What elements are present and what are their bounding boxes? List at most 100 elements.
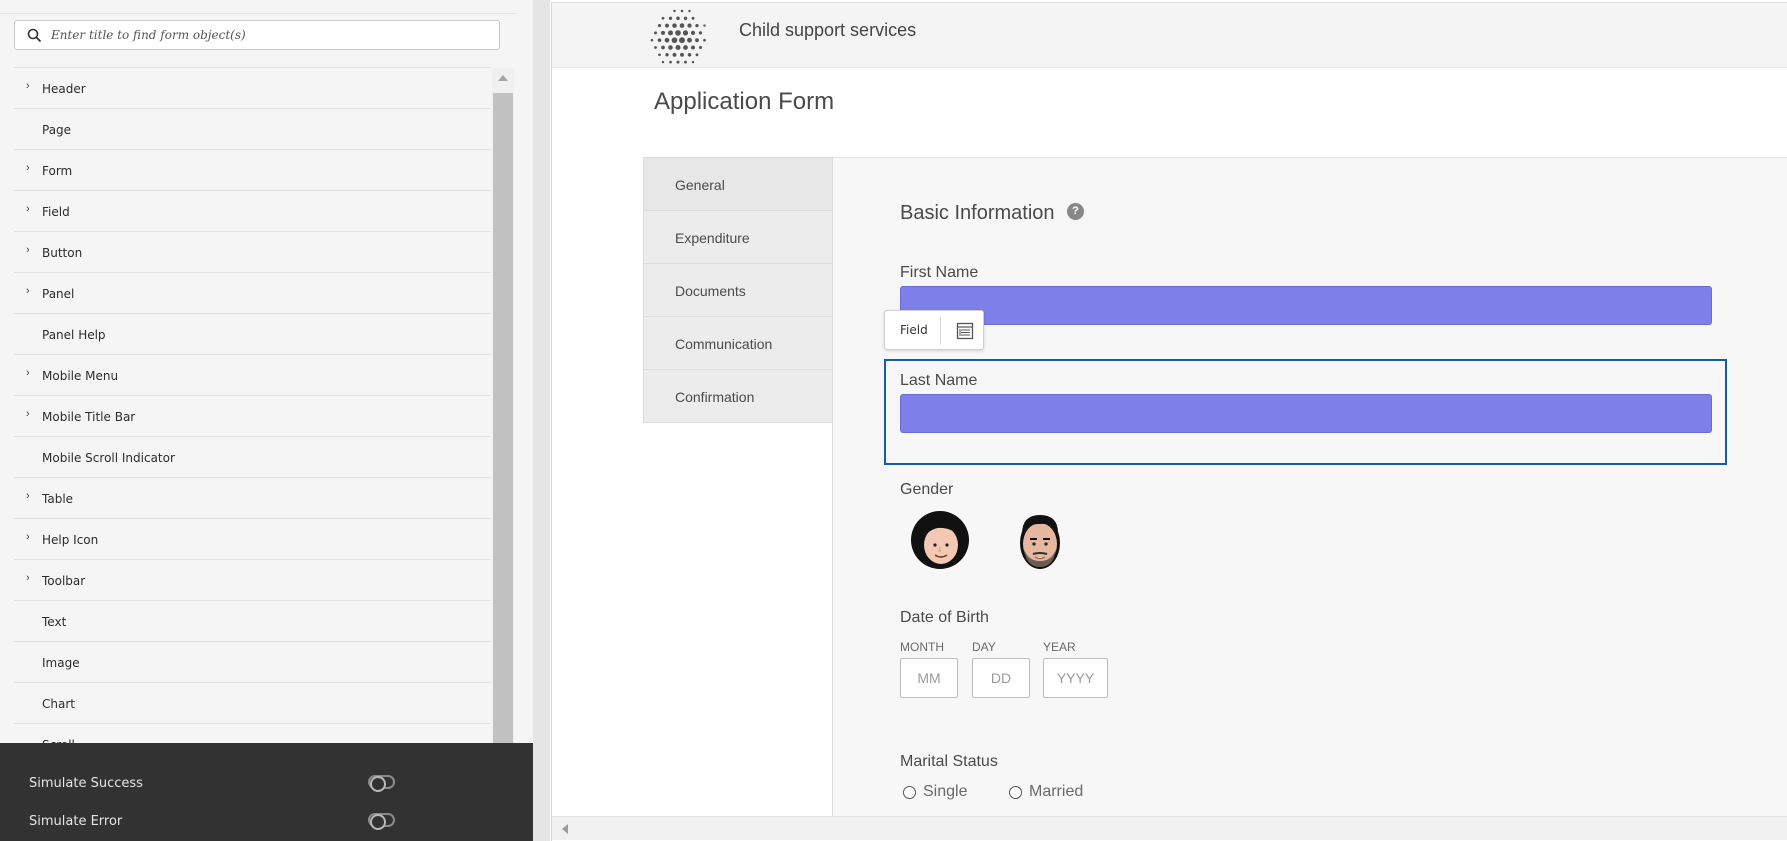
- chevron-right-icon[interactable]: ›: [26, 244, 30, 256]
- simulate-success-toggle[interactable]: [368, 775, 395, 792]
- dob-label: Date of Birth: [900, 609, 989, 626]
- section-title: Basic Information: [900, 202, 1055, 224]
- properties-icon[interactable]: [956, 322, 974, 340]
- form-content-panel: Basic Information ? First Name Last Name…: [833, 157, 1787, 817]
- tree-item-label: Image: [42, 656, 80, 670]
- tree-item-label: Panel Help: [42, 328, 106, 342]
- dob-year-input[interactable]: YYYY: [1043, 658, 1108, 698]
- tab-label: Documents: [675, 283, 746, 299]
- site-title: Child support services: [739, 20, 917, 40]
- tree-item-label: Table: [42, 492, 74, 506]
- tree-item-label: Panel: [42, 287, 75, 301]
- tree-item-label: Toolbar: [42, 574, 86, 588]
- tree-item-label: Form: [42, 164, 73, 178]
- dob-year-label: YEAR: [1043, 640, 1076, 654]
- dob-day-label: DAY: [972, 640, 996, 654]
- first-name-label: First Name: [900, 264, 979, 281]
- tree-item-label: Page: [42, 123, 72, 137]
- dob-month-input[interactable]: MM: [900, 658, 958, 698]
- tree-item[interactable]: › Panel: [14, 273, 491, 314]
- panel-gutter[interactable]: [533, 0, 550, 841]
- tree-item-label: Mobile Scroll Indicator: [42, 451, 175, 465]
- tree-item[interactable]: › Button: [14, 232, 491, 273]
- tree-item[interactable]: Chart: [14, 683, 491, 724]
- tree-item[interactable]: › Help Icon: [14, 519, 491, 560]
- tree-item[interactable]: › Mobile Title Bar: [14, 396, 491, 437]
- tree-item[interactable]: › Form: [14, 150, 491, 191]
- simulate-error-toggle[interactable]: [368, 813, 395, 830]
- chevron-right-icon[interactable]: ›: [26, 162, 30, 174]
- scroll-up-arrow-icon[interactable]: [498, 75, 508, 81]
- tree-scrollbar[interactable]: [492, 68, 514, 743]
- radio-married-label: Married: [1029, 783, 1084, 800]
- object-browser-panel: › Header Page › Form › Field › Button › Panel Panel…: [0, 0, 533, 841]
- chevron-right-icon[interactable]: ›: [26, 367, 30, 379]
- tree-item[interactable]: Text: [14, 601, 491, 642]
- form-canvas: Child support services Application Form …: [551, 2, 1787, 841]
- tab-communication[interactable]: Communication: [644, 317, 832, 370]
- tree-item[interactable]: › Field: [14, 191, 491, 232]
- search-input[interactable]: [51, 21, 491, 49]
- dob-day-input[interactable]: DD: [972, 658, 1030, 698]
- tree-item-label: Mobile Menu: [42, 369, 119, 383]
- first-name-field[interactable]: [900, 286, 1712, 325]
- tree-item[interactable]: › Toolbar: [14, 560, 491, 601]
- male-avatar-icon[interactable]: [1010, 509, 1070, 571]
- simulate-error-label: Simulate Error: [29, 814, 123, 829]
- tab-label: General: [675, 177, 725, 193]
- tree-item[interactable]: Mobile Scroll Indicator: [14, 437, 491, 478]
- scroll-left-arrow-icon[interactable]: [562, 824, 568, 834]
- tree-item[interactable]: Image: [14, 642, 491, 683]
- radio-single[interactable]: [903, 786, 916, 799]
- tab-confirmation[interactable]: Confirmation: [644, 370, 832, 423]
- chevron-right-icon[interactable]: ›: [26, 80, 30, 92]
- tree-item[interactable]: › Header: [14, 68, 491, 109]
- toolbar-separator: [940, 317, 941, 345]
- marital-status-label: Marital Status: [900, 753, 998, 770]
- form-header: Child support services: [552, 2, 1787, 68]
- last-name-field[interactable]: [900, 394, 1712, 433]
- tree-item-label: Header: [42, 82, 86, 96]
- object-tree: › Header Page › Form › Field › Button › Panel Panel…: [14, 68, 491, 743]
- field-type-label: Field: [900, 323, 928, 337]
- tab-label: Communication: [675, 336, 773, 352]
- form-tabs: General Expenditure Documents Communication…: [643, 157, 833, 423]
- form-title: Application Form: [654, 88, 835, 115]
- tab-documents[interactable]: Documents: [644, 264, 832, 317]
- radio-married[interactable]: [1009, 786, 1022, 799]
- dob-month-label: MONTH: [900, 640, 944, 654]
- simulate-success-label: Simulate Success: [29, 776, 143, 791]
- search-icon: [27, 28, 42, 43]
- radio-single-label: Single: [923, 783, 968, 800]
- tree-item[interactable]: Page: [14, 109, 491, 150]
- horizontal-scrollbar[interactable]: [552, 816, 1787, 840]
- logo-dots-icon: [650, 9, 706, 64]
- tree-item[interactable]: Scroll...: [14, 724, 491, 743]
- tree-item[interactable]: › Table: [14, 478, 491, 519]
- simulate-panel: Simulate Success Simulate Error: [0, 743, 533, 841]
- tree-item[interactable]: Panel Help: [14, 314, 491, 355]
- female-avatar-icon[interactable]: [910, 509, 970, 571]
- tab-label: Confirmation: [675, 389, 755, 405]
- chevron-right-icon[interactable]: ›: [26, 572, 30, 584]
- tab-general[interactable]: General: [644, 158, 832, 211]
- gender-label: Gender: [900, 481, 954, 498]
- tree-item[interactable]: › Mobile Menu: [14, 355, 491, 396]
- field-toolbar-popup: Field: [884, 310, 984, 350]
- tree-item-label: Help Icon: [42, 533, 99, 547]
- chevron-right-icon[interactable]: ›: [26, 203, 30, 215]
- tab-expenditure[interactable]: Expenditure: [644, 211, 832, 264]
- scrollbar-thumb[interactable]: [493, 93, 513, 743]
- chevron-right-icon[interactable]: ›: [26, 408, 30, 420]
- chevron-right-icon[interactable]: ›: [26, 285, 30, 297]
- chevron-right-icon[interactable]: ›: [26, 531, 30, 543]
- tree-item-label: Mobile Title Bar: [42, 410, 136, 424]
- tabs-column-empty: [643, 423, 833, 823]
- help-icon[interactable]: ?: [1067, 203, 1084, 220]
- tree-item-label: Button: [42, 246, 83, 260]
- search-box[interactable]: [14, 20, 500, 50]
- last-name-label: Last Name: [900, 372, 978, 389]
- panel-divider: [0, 13, 516, 14]
- tree-item-label: Chart: [42, 697, 75, 711]
- chevron-right-icon[interactable]: ›: [26, 490, 30, 502]
